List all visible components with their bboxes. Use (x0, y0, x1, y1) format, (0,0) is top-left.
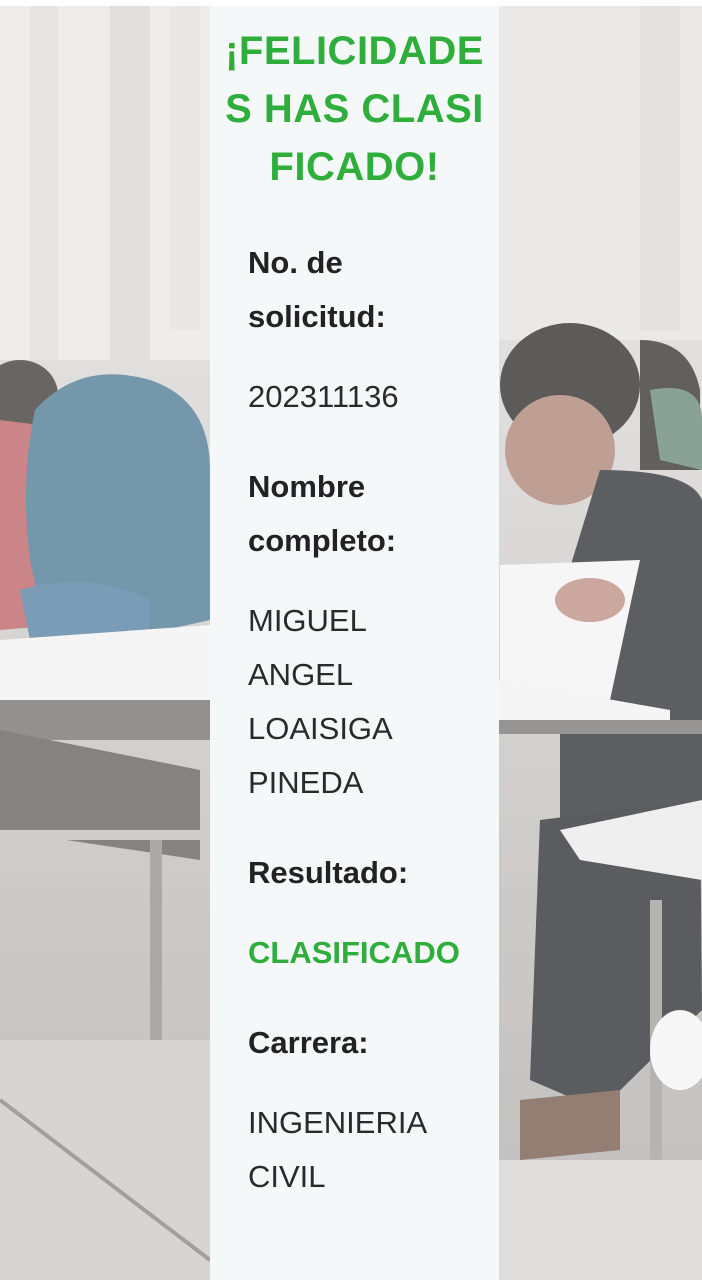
full-name-label: Nombre completo: (248, 469, 397, 558)
result-page: ¡FELICIDADES HAS CLASIFICADO! No. de sol… (0, 0, 702, 1280)
full-name-value: MIGUEL ANGEL LOAISIGA PINEDA (248, 603, 392, 800)
career-label: Carrera: (248, 1025, 369, 1060)
result-label: Resultado: (248, 855, 409, 890)
application-number-value: 202311136 (248, 379, 399, 414)
career-value: INGENIERIA CIVIL (248, 1105, 426, 1194)
result-value: CLASIFICADO (248, 935, 460, 970)
congratulations-heading: ¡FELICIDADES HAS CLASIFICADO! (225, 29, 484, 189)
application-number-label: No. de solicitud: (248, 245, 386, 334)
result-card: ¡FELICIDADES HAS CLASIFICADO! No. de sol… (210, 6, 499, 1280)
